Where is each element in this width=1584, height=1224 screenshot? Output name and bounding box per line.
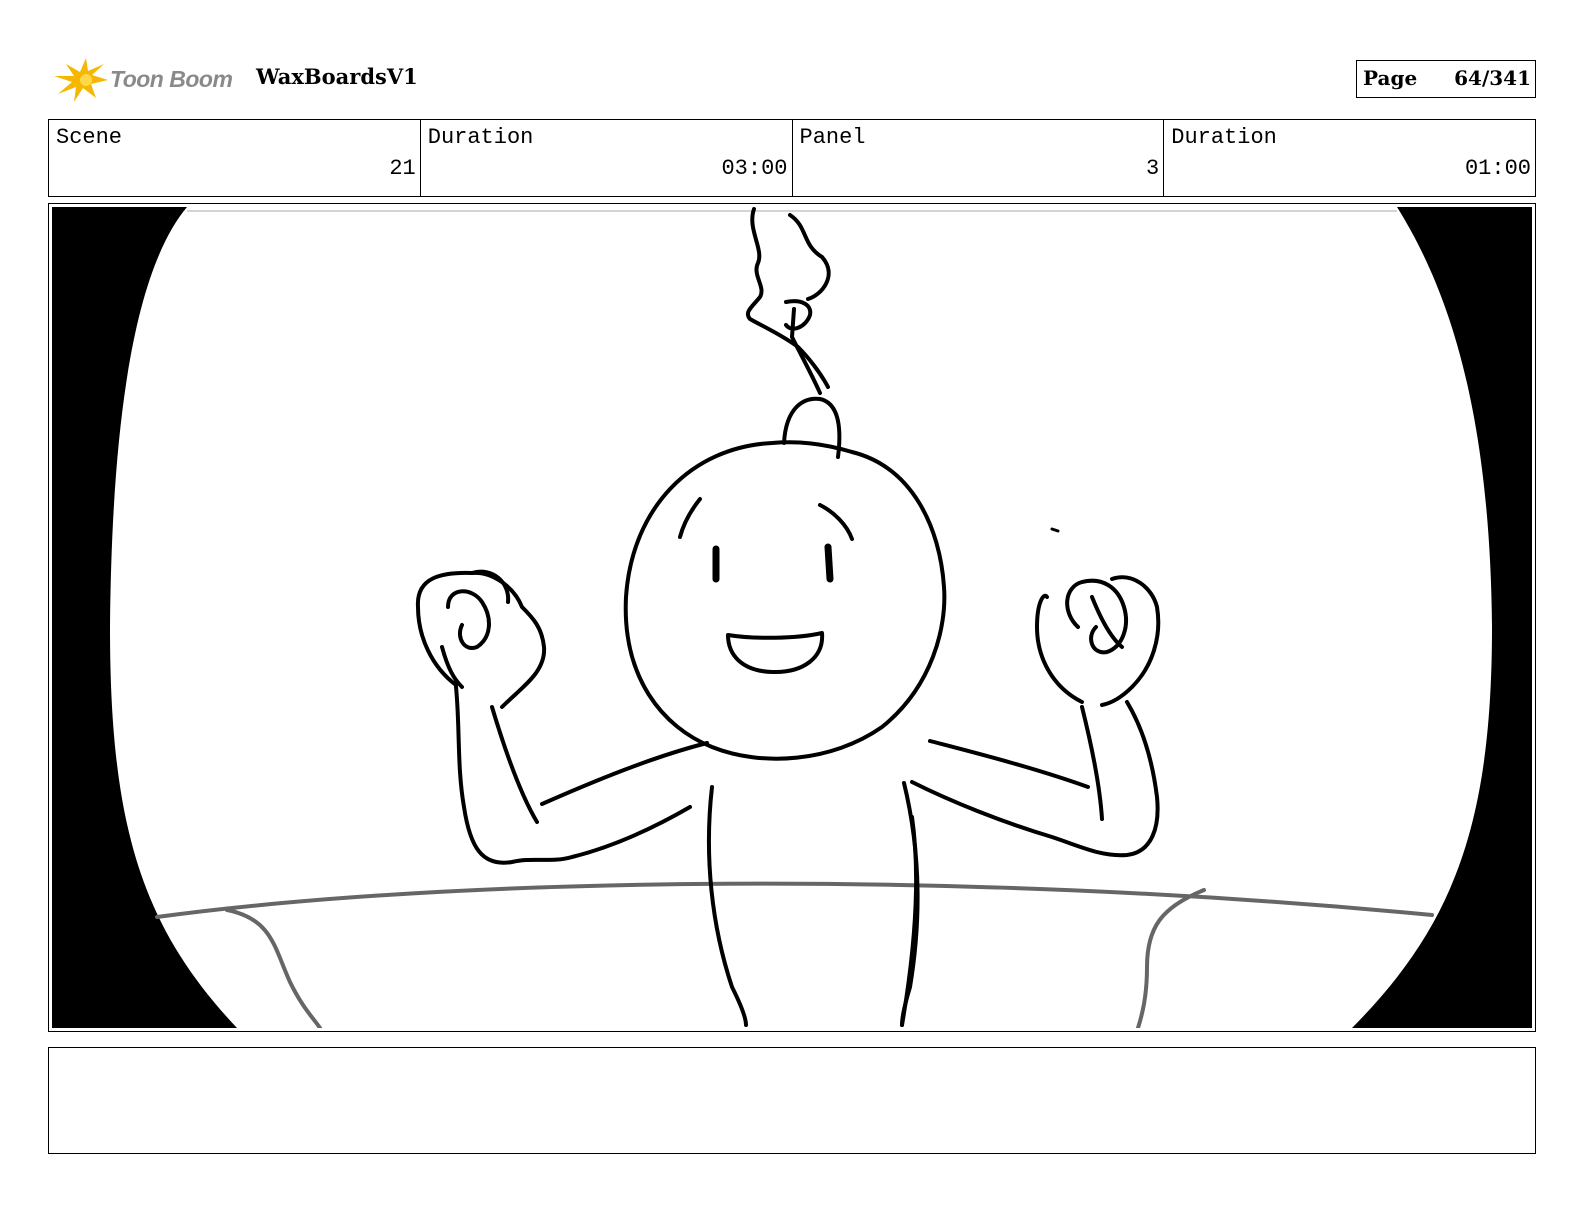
toon-boom-star-icon xyxy=(54,58,108,102)
brand-name: Toon Boom xyxy=(110,66,233,92)
page-indicator: Page 64/341 xyxy=(1356,60,1536,98)
project-title: WaxBoardsV1 xyxy=(256,64,418,89)
scene-label: Scene xyxy=(56,125,123,150)
scene-duration-cell: Duration 03:00 xyxy=(421,120,793,196)
panel-cell: Panel 3 xyxy=(793,120,1165,196)
scene-value: 21 xyxy=(389,156,416,181)
panel-sketch xyxy=(52,207,1532,1028)
storyboard-panel-frame xyxy=(48,203,1536,1032)
panel-duration-value: 01:00 xyxy=(1464,156,1531,181)
panel-value: 3 xyxy=(1146,156,1160,181)
scene-duration-value: 03:00 xyxy=(721,156,788,181)
scene-duration-label: Duration xyxy=(427,125,534,150)
panel-label: Panel xyxy=(799,125,866,150)
page-number: 64/341 xyxy=(1454,66,1531,90)
panel-duration-label: Duration xyxy=(1171,125,1277,150)
panel-duration-cell: Duration 01:00 xyxy=(1164,120,1535,196)
panel-info-row: Scene 21 Duration 03:00 Panel 3 Duration… xyxy=(48,119,1536,197)
toon-boom-logo: Toon Boom xyxy=(52,56,240,104)
scene-cell: Scene 21 xyxy=(49,120,421,196)
page-label: Page xyxy=(1363,66,1418,90)
storyboard-header: Toon Boom WaxBoardsV1 Page 64/341 xyxy=(48,54,1536,106)
panel-notes-box xyxy=(48,1047,1536,1154)
